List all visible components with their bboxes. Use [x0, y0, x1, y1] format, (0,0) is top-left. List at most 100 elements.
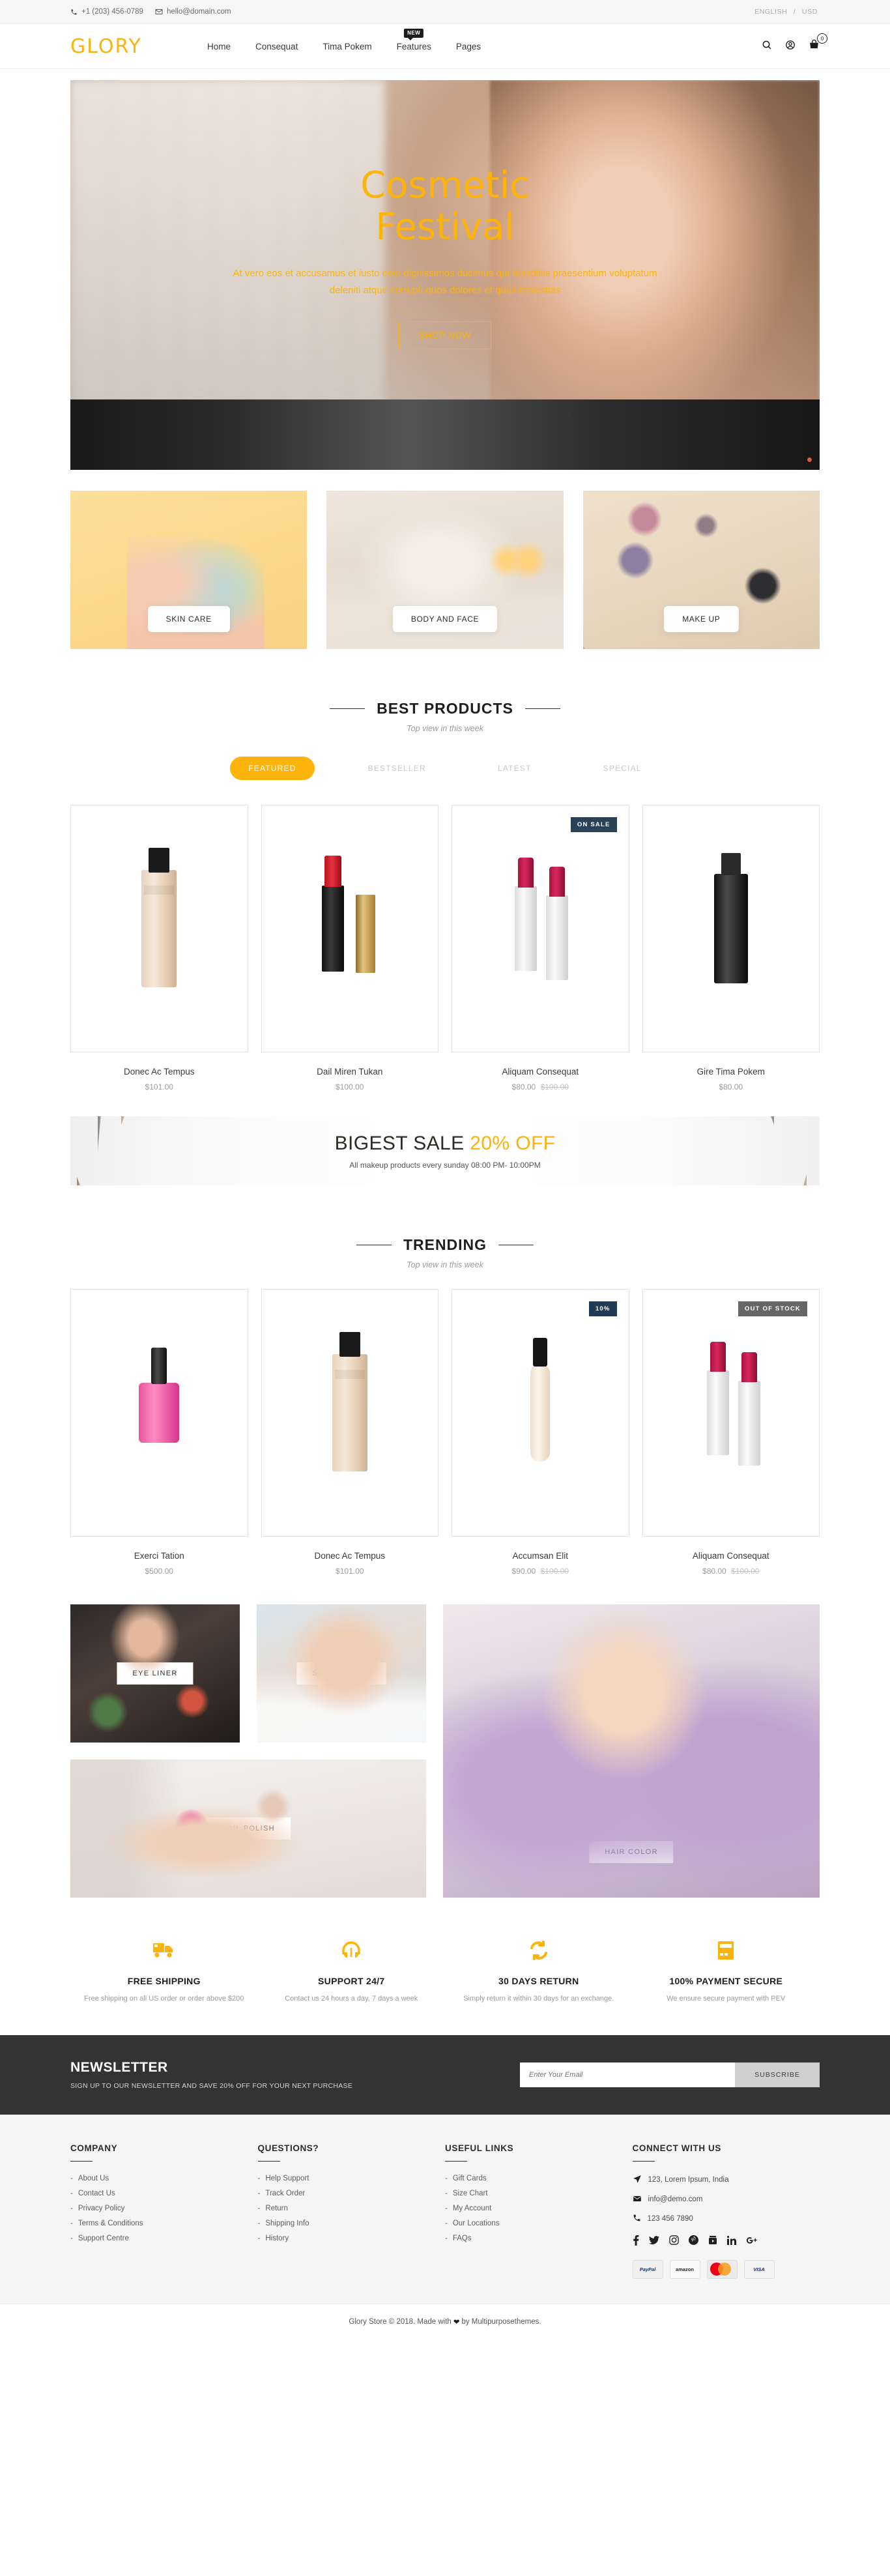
- product-name: Dail Miren Tukan: [317, 1067, 383, 1077]
- footer-link-item[interactable]: - Help Support: [258, 2175, 446, 2182]
- payment-icon-paypal: PayPal: [632, 2259, 663, 2279]
- footer-link-item[interactable]: - Gift Cards: [445, 2175, 633, 2182]
- newsletter-section: NEWSLETTER SIGN UP TO OUR NEWSLETTER AND…: [0, 2034, 890, 2115]
- footer-link-item[interactable]: - Our Locations: [445, 2220, 633, 2227]
- footer-link[interactable]: My Account: [453, 2205, 491, 2212]
- newsletter-form: SUBSCRIBE: [520, 2062, 820, 2087]
- footer-link[interactable]: Help Support: [265, 2175, 309, 2182]
- product-card[interactable]: Donec Ac Tempus $101.00: [70, 805, 248, 1092]
- footer-link[interactable]: Support Centre: [78, 2235, 129, 2242]
- youtube-icon[interactable]: [708, 2235, 717, 2245]
- footer-link[interactable]: Return: [265, 2205, 288, 2212]
- nav-item-pages[interactable]: Pages: [456, 42, 481, 51]
- shop-now-button[interactable]: SHOP NOW: [399, 321, 491, 350]
- category-card-skin-care[interactable]: SKIN CARE: [70, 491, 308, 649]
- footer-link[interactable]: Size Chart: [453, 2190, 488, 2197]
- footer-link-item[interactable]: - Return: [258, 2205, 446, 2212]
- nav-item-consequat[interactable]: Consequat: [255, 42, 298, 51]
- product-card[interactable]: Donec Ac Tempus $101.00: [261, 1289, 438, 1576]
- lookbook-card-eye-liner[interactable]: EYE LINER: [70, 1604, 240, 1743]
- footer-link[interactable]: Terms & Conditions: [78, 2220, 143, 2227]
- dash-icon: -: [445, 2204, 448, 2212]
- footer-link-item[interactable]: - Terms & Conditions: [70, 2220, 258, 2227]
- cart-icon[interactable]: 0: [809, 33, 827, 53]
- dash-icon: -: [70, 2204, 73, 2212]
- footer-link[interactable]: About Us: [78, 2175, 109, 2182]
- footer-link-item[interactable]: - Contact Us: [70, 2190, 258, 2197]
- product-price: $500.00: [70, 1567, 248, 1576]
- footer-phone[interactable]: 123 456 7890: [633, 2214, 820, 2224]
- footer-column-title: CONNECT WITH US: [632, 2143, 721, 2153]
- language-label[interactable]: ENGLISH: [753, 8, 789, 16]
- footer-link-item[interactable]: - My Account: [445, 2205, 633, 2212]
- tab-latest[interactable]: LATEST: [480, 757, 550, 780]
- tab-special[interactable]: SPECIAL: [585, 757, 660, 780]
- category-card-make-up[interactable]: MAKE UP: [582, 491, 820, 649]
- product-card[interactable]: 10% Accumsan Elit $90.00 $100.00: [452, 1289, 629, 1576]
- footer-link-item[interactable]: - History: [258, 2235, 446, 2242]
- site-header: GLORY Home Consequat Tima Pokem NEW Feat…: [0, 24, 890, 69]
- product-price: $100.00: [261, 1082, 439, 1092]
- hero-slider-dot[interactable]: [807, 457, 812, 462]
- footer-link[interactable]: Track Order: [265, 2190, 305, 2197]
- user-account-icon[interactable]: [785, 40, 796, 53]
- social-links: [633, 2235, 820, 2246]
- tab-featured[interactable]: FEATURED: [230, 757, 315, 780]
- dash-icon: -: [70, 2219, 73, 2227]
- facebook-icon[interactable]: [633, 2235, 639, 2246]
- product-image: [452, 805, 629, 1052]
- product-card[interactable]: OUT OF STOCK Aliquam Consequat $80.00 $1…: [642, 1289, 820, 1576]
- footer-link[interactable]: Contact Us: [78, 2190, 115, 2197]
- lookbook-card-nail-polish[interactable]: NAIL POLISH: [70, 1759, 426, 1898]
- newsletter-subscribe-button[interactable]: SUBSCRIBE: [735, 2062, 820, 2087]
- sale-banner-headline-main: BIGEST SALE: [334, 1132, 470, 1154]
- nav-item-home[interactable]: Home: [207, 42, 231, 51]
- dash-icon: -: [257, 2219, 261, 2227]
- newsletter-email-input[interactable]: [520, 2062, 735, 2087]
- instagram-icon[interactable]: [668, 2235, 679, 2245]
- tab-bestseller[interactable]: BESTSELLER: [350, 757, 444, 780]
- product-card[interactable]: Exerci Tation $500.00: [70, 1289, 248, 1576]
- footer-link-item[interactable]: - Size Chart: [445, 2190, 633, 2197]
- footer-link-item[interactable]: - Privacy Policy: [70, 2205, 258, 2212]
- nav-item-features[interactable]: NEW Features: [397, 28, 431, 51]
- product-card[interactable]: Dail Miren Tukan $100.00: [261, 805, 439, 1092]
- trending-title: TRENDING: [356, 1236, 534, 1254]
- search-icon[interactable]: [762, 40, 772, 53]
- envelope-icon: [155, 8, 163, 16]
- footer-link-item[interactable]: - FAQs: [445, 2235, 633, 2242]
- nav-item-tima-pokem[interactable]: Tima Pokem: [323, 42, 371, 51]
- product-card[interactable]: Gire Tima Pokem $80.00: [642, 805, 820, 1092]
- category-card-body-and-face[interactable]: BODY AND FACE: [326, 491, 564, 649]
- footer-link[interactable]: Privacy Policy: [78, 2205, 125, 2212]
- lookbook-card-skin-tonner[interactable]: SKIN TONNER: [257, 1604, 426, 1743]
- footer-link[interactable]: FAQs: [453, 2235, 472, 2242]
- footer-link-item[interactable]: - Support Centre: [70, 2235, 258, 2242]
- footer-email[interactable]: info@demo.com: [633, 2194, 820, 2205]
- payment-icon-visa: VISA: [743, 2259, 775, 2279]
- footer-link-item[interactable]: - Shipping Info: [258, 2220, 446, 2227]
- twitter-icon[interactable]: [648, 2235, 659, 2245]
- linkedin-icon[interactable]: [726, 2235, 736, 2245]
- footer-link-item[interactable]: - About Us: [70, 2175, 258, 2182]
- googleplus-icon[interactable]: [746, 2236, 758, 2245]
- product-card[interactable]: ON SALE Aliquam Consequat $80.00 $100.00: [452, 805, 629, 1092]
- service-free-shipping: FREE SHIPPING Free shipping on all US or…: [70, 1935, 258, 2005]
- footer-link[interactable]: Gift Cards: [453, 2175, 487, 2182]
- footer-link[interactable]: Shipping Info: [265, 2220, 309, 2227]
- sale-banner[interactable]: BIGEST SALE 20% OFF All makeup products …: [70, 1116, 820, 1185]
- topbar-email[interactable]: hello@domain.com: [155, 8, 231, 16]
- site-logo[interactable]: GLORY: [70, 35, 207, 58]
- product-current-price: $90.00: [511, 1567, 536, 1576]
- envelope-icon: [633, 2194, 642, 2205]
- dash-icon: -: [257, 2234, 261, 2242]
- footer-link[interactable]: History: [265, 2235, 289, 2242]
- language-currency-switcher[interactable]: ENGLISH / USD: [753, 8, 820, 16]
- currency-label[interactable]: USD: [800, 8, 820, 16]
- footer-link-item[interactable]: - Track Order: [258, 2190, 446, 2197]
- lookbook-card-hair-color[interactable]: HAIR COLOR: [443, 1604, 820, 1898]
- pinterest-icon[interactable]: [688, 2235, 698, 2246]
- footer-rule: [70, 2160, 93, 2162]
- footer-link[interactable]: Our Locations: [453, 2220, 500, 2227]
- topbar-phone[interactable]: +1 (203) 456-0789: [70, 8, 143, 16]
